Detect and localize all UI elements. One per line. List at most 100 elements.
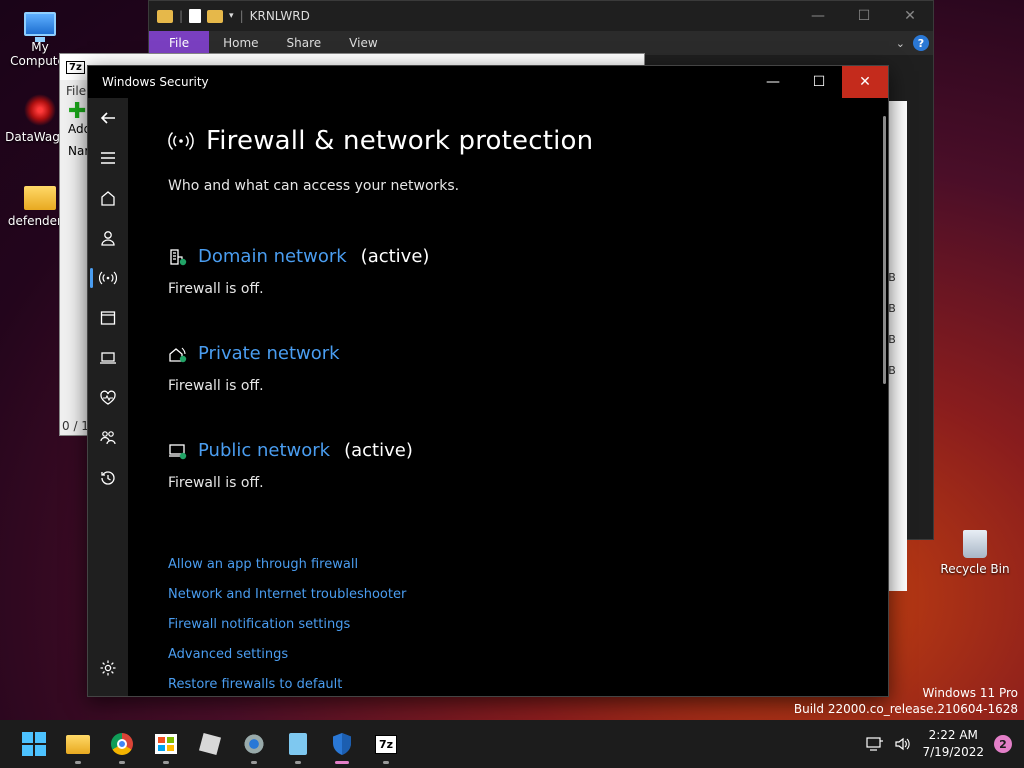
datawagon-icon — [24, 94, 56, 126]
wsec-titlebar[interactable]: Windows Security — ☐ ✕ — [88, 66, 888, 98]
shield-icon — [333, 733, 351, 755]
clock-time: 2:22 AM — [928, 728, 978, 742]
sevenzip-logo-icon: 7z — [66, 60, 85, 74]
chevron-down-icon[interactable]: ▾ — [229, 11, 234, 21]
domain-network-icon — [170, 248, 187, 265]
divider: | — [239, 9, 244, 23]
back-button[interactable] — [88, 98, 128, 138]
taskbar-apps: 7z — [12, 722, 408, 766]
folder-icon — [157, 9, 173, 23]
computer-icon — [24, 12, 56, 42]
menu-icon — [101, 152, 115, 164]
wsec-caption-buttons: — ☐ ✕ — [750, 66, 888, 98]
allow-app-link[interactable]: Allow an app through firewall — [168, 557, 876, 572]
domain-network-link[interactable]: Domain network — [198, 246, 347, 267]
edition-label: Windows 11 Pro — [922, 686, 1018, 700]
ribbon-right: ⌄ ? — [896, 35, 929, 51]
tab-share[interactable]: Share — [273, 31, 336, 55]
close-button[interactable]: ✕ — [887, 1, 933, 31]
back-icon — [100, 112, 115, 124]
store-icon — [155, 734, 177, 754]
settings-gear-icon — [243, 733, 265, 755]
firewall-status: Firewall is off. — [168, 281, 264, 297]
nav-family-options[interactable] — [88, 418, 128, 458]
notification-settings-link[interactable]: Firewall notification settings — [168, 617, 876, 632]
page-header: Firewall & network protection — [168, 126, 876, 156]
firewall-links: Allow an app through firewall Network an… — [168, 557, 876, 692]
tab-file[interactable]: File — [149, 31, 210, 55]
home-icon — [101, 191, 115, 206]
history-icon — [101, 471, 115, 485]
active-label: (active) — [360, 246, 430, 267]
public-network-link[interactable]: Public network — [198, 440, 330, 461]
maximize-button[interactable]: ☐ — [841, 1, 887, 31]
divider: | — [179, 9, 184, 23]
family-icon — [100, 431, 116, 445]
taskbar-notepad[interactable] — [276, 722, 320, 766]
window-title: KRNLWRD — [249, 9, 310, 23]
desktop-icon-recycle-bin[interactable]: Recycle Bin — [935, 530, 1015, 576]
minimize-button[interactable]: — — [750, 66, 796, 98]
network-private: Private network Firewall is off. — [168, 343, 876, 394]
nav-protection-history[interactable] — [88, 458, 128, 498]
help-icon[interactable]: ? — [913, 35, 929, 51]
active-label: (active) — [344, 440, 413, 461]
restore-defaults-link[interactable]: Restore firewalls to default — [168, 677, 876, 692]
taskbar: 7z 2:22 AM 7/19/2022 2 — [0, 720, 1024, 768]
windows-security-window[interactable]: Windows Security — ☐ ✕ Firewall & networ… — [87, 65, 889, 697]
desktop-icon-label: Recycle Bin — [940, 562, 1010, 576]
taskbar-7zip[interactable]: 7z — [364, 722, 408, 766]
private-network-link[interactable]: Private network — [198, 343, 340, 364]
page-title: Firewall & network protection — [206, 126, 594, 156]
file-explorer-icon — [66, 734, 90, 754]
app-browser-icon — [100, 311, 116, 325]
build-label: Build 22000.co_release.210604-1628 — [793, 702, 1018, 716]
nav-account-protection[interactable] — [88, 218, 128, 258]
windows-icon — [22, 732, 46, 756]
notification-badge[interactable]: 2 — [994, 735, 1012, 753]
start-button[interactable] — [12, 722, 56, 766]
troubleshooter-link[interactable]: Network and Internet troubleshooter — [168, 587, 876, 602]
volume-icon[interactable] — [894, 736, 912, 752]
nav-app-browser[interactable] — [88, 298, 128, 338]
status-text: 0 / 1 — [62, 419, 89, 433]
taskbar-roblox[interactable] — [188, 722, 232, 766]
wireless-icon — [168, 131, 194, 151]
settings-icon — [100, 660, 116, 676]
expand-ribbon-icon[interactable]: ⌄ — [896, 37, 905, 50]
wsec-content: Firewall & network protection Who and wh… — [128, 98, 876, 696]
nav-device-health[interactable] — [88, 378, 128, 418]
network-domain: Domain network (active) Firewall is off. — [168, 246, 876, 297]
ribbon-tabs: File Home Share View ⌄ ? — [149, 31, 933, 55]
new-folder-icon[interactable] — [207, 9, 224, 23]
folder-icon — [24, 186, 56, 210]
scrollbar[interactable] — [883, 116, 886, 384]
nav-home[interactable] — [88, 178, 128, 218]
close-button[interactable]: ✕ — [842, 66, 888, 98]
explorer-caption-buttons: — ☐ ✕ — [795, 1, 933, 31]
maximize-button[interactable]: ☐ — [796, 66, 842, 98]
minimize-button[interactable]: — — [795, 1, 841, 31]
recycle-bin-icon — [963, 530, 987, 558]
wireless-icon — [99, 271, 117, 285]
taskbar-store[interactable] — [144, 722, 188, 766]
clock[interactable]: 2:22 AM 7/19/2022 — [922, 727, 984, 761]
tab-home[interactable]: Home — [209, 31, 272, 55]
network-icon[interactable] — [866, 736, 884, 752]
laptop-icon — [100, 352, 116, 364]
tab-view[interactable]: View — [335, 31, 391, 55]
network-public: Public network (active) Firewall is off. — [168, 440, 876, 491]
nav-settings[interactable] — [88, 648, 128, 688]
advanced-settings-link[interactable]: Advanced settings — [168, 647, 876, 662]
notepad-icon — [289, 733, 307, 755]
taskbar-chrome[interactable] — [100, 722, 144, 766]
wsec-navigation — [88, 98, 128, 696]
nav-device-security[interactable] — [88, 338, 128, 378]
firewall-status: Firewall is off. — [168, 475, 264, 491]
taskbar-windows-security[interactable] — [320, 722, 364, 766]
taskbar-file-explorer[interactable] — [56, 722, 100, 766]
taskbar-settings[interactable] — [232, 722, 276, 766]
nav-firewall[interactable] — [88, 258, 128, 298]
properties-icon[interactable] — [189, 9, 202, 23]
menu-button[interactable] — [88, 138, 128, 178]
